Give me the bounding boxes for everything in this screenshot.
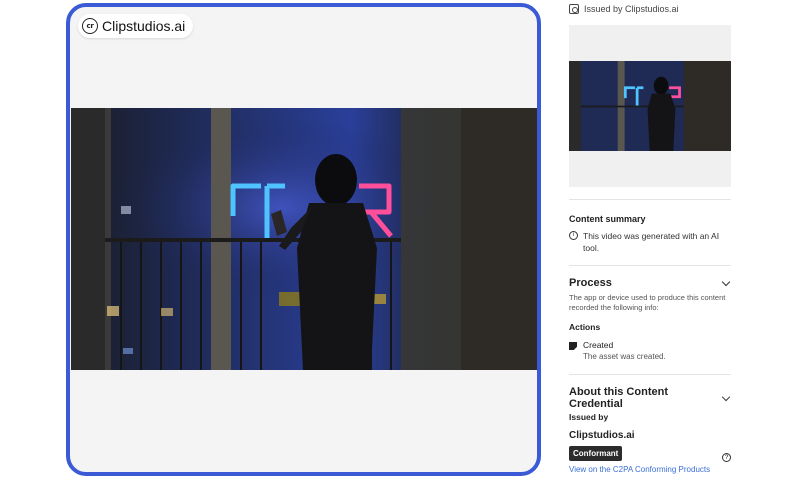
video-preview[interactable] [71, 108, 537, 370]
chevron-down-icon[interactable] [721, 277, 731, 286]
help-icon[interactable]: ? [722, 453, 731, 462]
about-section-toggle[interactable]: About this Content Credential [569, 386, 733, 410]
content-credentials-icon: cr [82, 18, 98, 34]
video-still [71, 108, 537, 370]
chevron-down-icon[interactable] [721, 392, 731, 401]
content-summary-text: This video was generated with an AI tool… [583, 231, 720, 253]
action-description: The asset was created. [583, 352, 666, 361]
credential-icon [569, 4, 579, 14]
thumbnail-image[interactable] [569, 61, 731, 151]
action-item: Created The asset was created. [569, 340, 666, 361]
c2pa-conforming-products-link[interactable]: View on the C2PA Conforming Products [569, 465, 710, 474]
actions-label: Actions [569, 322, 601, 332]
divider [569, 265, 731, 266]
thumbnail-container [569, 25, 731, 187]
issued-by-header: Issued by Clipstudios.ai [569, 4, 679, 14]
about-title: About this Content Credential [569, 386, 668, 410]
issuer-name: Clipstudios.ai [569, 430, 635, 441]
content-summary: i This video was generated with an AI to… [569, 230, 731, 254]
issued-by-label: Issued by [569, 412, 609, 422]
thumbnail-still [569, 61, 731, 151]
process-description: The app or device used to produce this c… [569, 293, 726, 312]
divider [569, 199, 731, 200]
info-icon: i [569, 231, 578, 240]
conformant-badge: Conformant [569, 446, 623, 461]
action-name: Created [583, 340, 614, 350]
process-section-toggle[interactable]: Process [569, 277, 733, 289]
created-icon [569, 342, 577, 350]
process-title: Process [569, 277, 612, 289]
issuer-chip[interactable]: cr Clipstudios.ai [78, 14, 194, 38]
issuer-chip-label: Clipstudios.ai [102, 18, 186, 34]
content-summary-title: Content summary [569, 214, 646, 224]
divider [569, 374, 731, 375]
preview-card: cr Clipstudios.ai [66, 3, 541, 476]
issued-by-top-label: Issued by Clipstudios.ai [584, 4, 679, 14]
